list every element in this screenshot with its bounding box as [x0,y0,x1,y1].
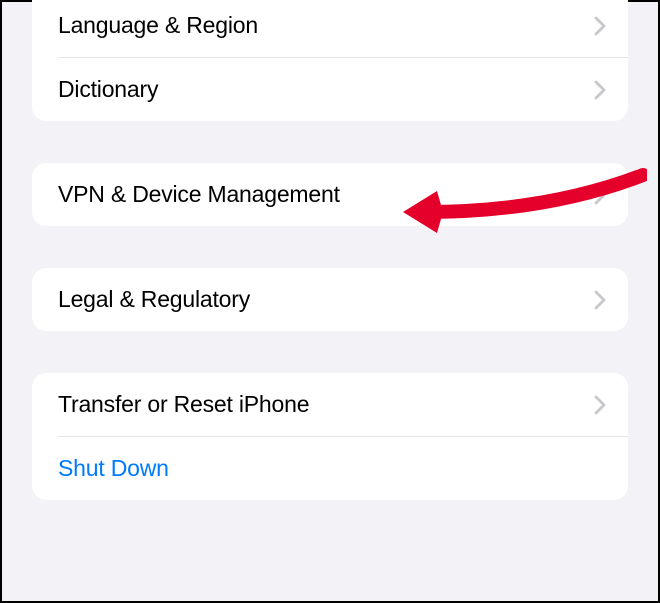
settings-group-reset: Transfer or Reset iPhone Shut Down [32,373,628,500]
settings-group-legal: Legal & Regulatory [32,268,628,331]
chevron-right-icon [594,16,606,36]
row-language-region[interactable]: Language & Region [32,0,628,57]
row-transfer-reset[interactable]: Transfer or Reset iPhone [32,373,628,436]
row-legal-regulatory[interactable]: Legal & Regulatory [32,268,628,331]
settings-group-general: Language & Region Dictionary [32,0,628,121]
row-vpn-device-management[interactable]: VPN & Device Management [32,163,628,226]
row-label: VPN & Device Management [58,181,340,208]
settings-group-vpn: VPN & Device Management [32,163,628,226]
row-label: Legal & Regulatory [58,286,250,313]
chevron-right-icon [594,80,606,100]
chevron-right-icon [594,185,606,205]
row-label: Language & Region [58,12,258,39]
row-dictionary[interactable]: Dictionary [58,57,628,121]
settings-list: Language & Region Dictionary VPN & Devic… [2,0,658,500]
row-label: Shut Down [58,455,169,482]
chevron-right-icon [594,290,606,310]
row-label: Dictionary [58,76,158,103]
row-shut-down[interactable]: Shut Down [58,436,628,500]
chevron-right-icon [594,395,606,415]
row-label: Transfer or Reset iPhone [58,391,309,418]
